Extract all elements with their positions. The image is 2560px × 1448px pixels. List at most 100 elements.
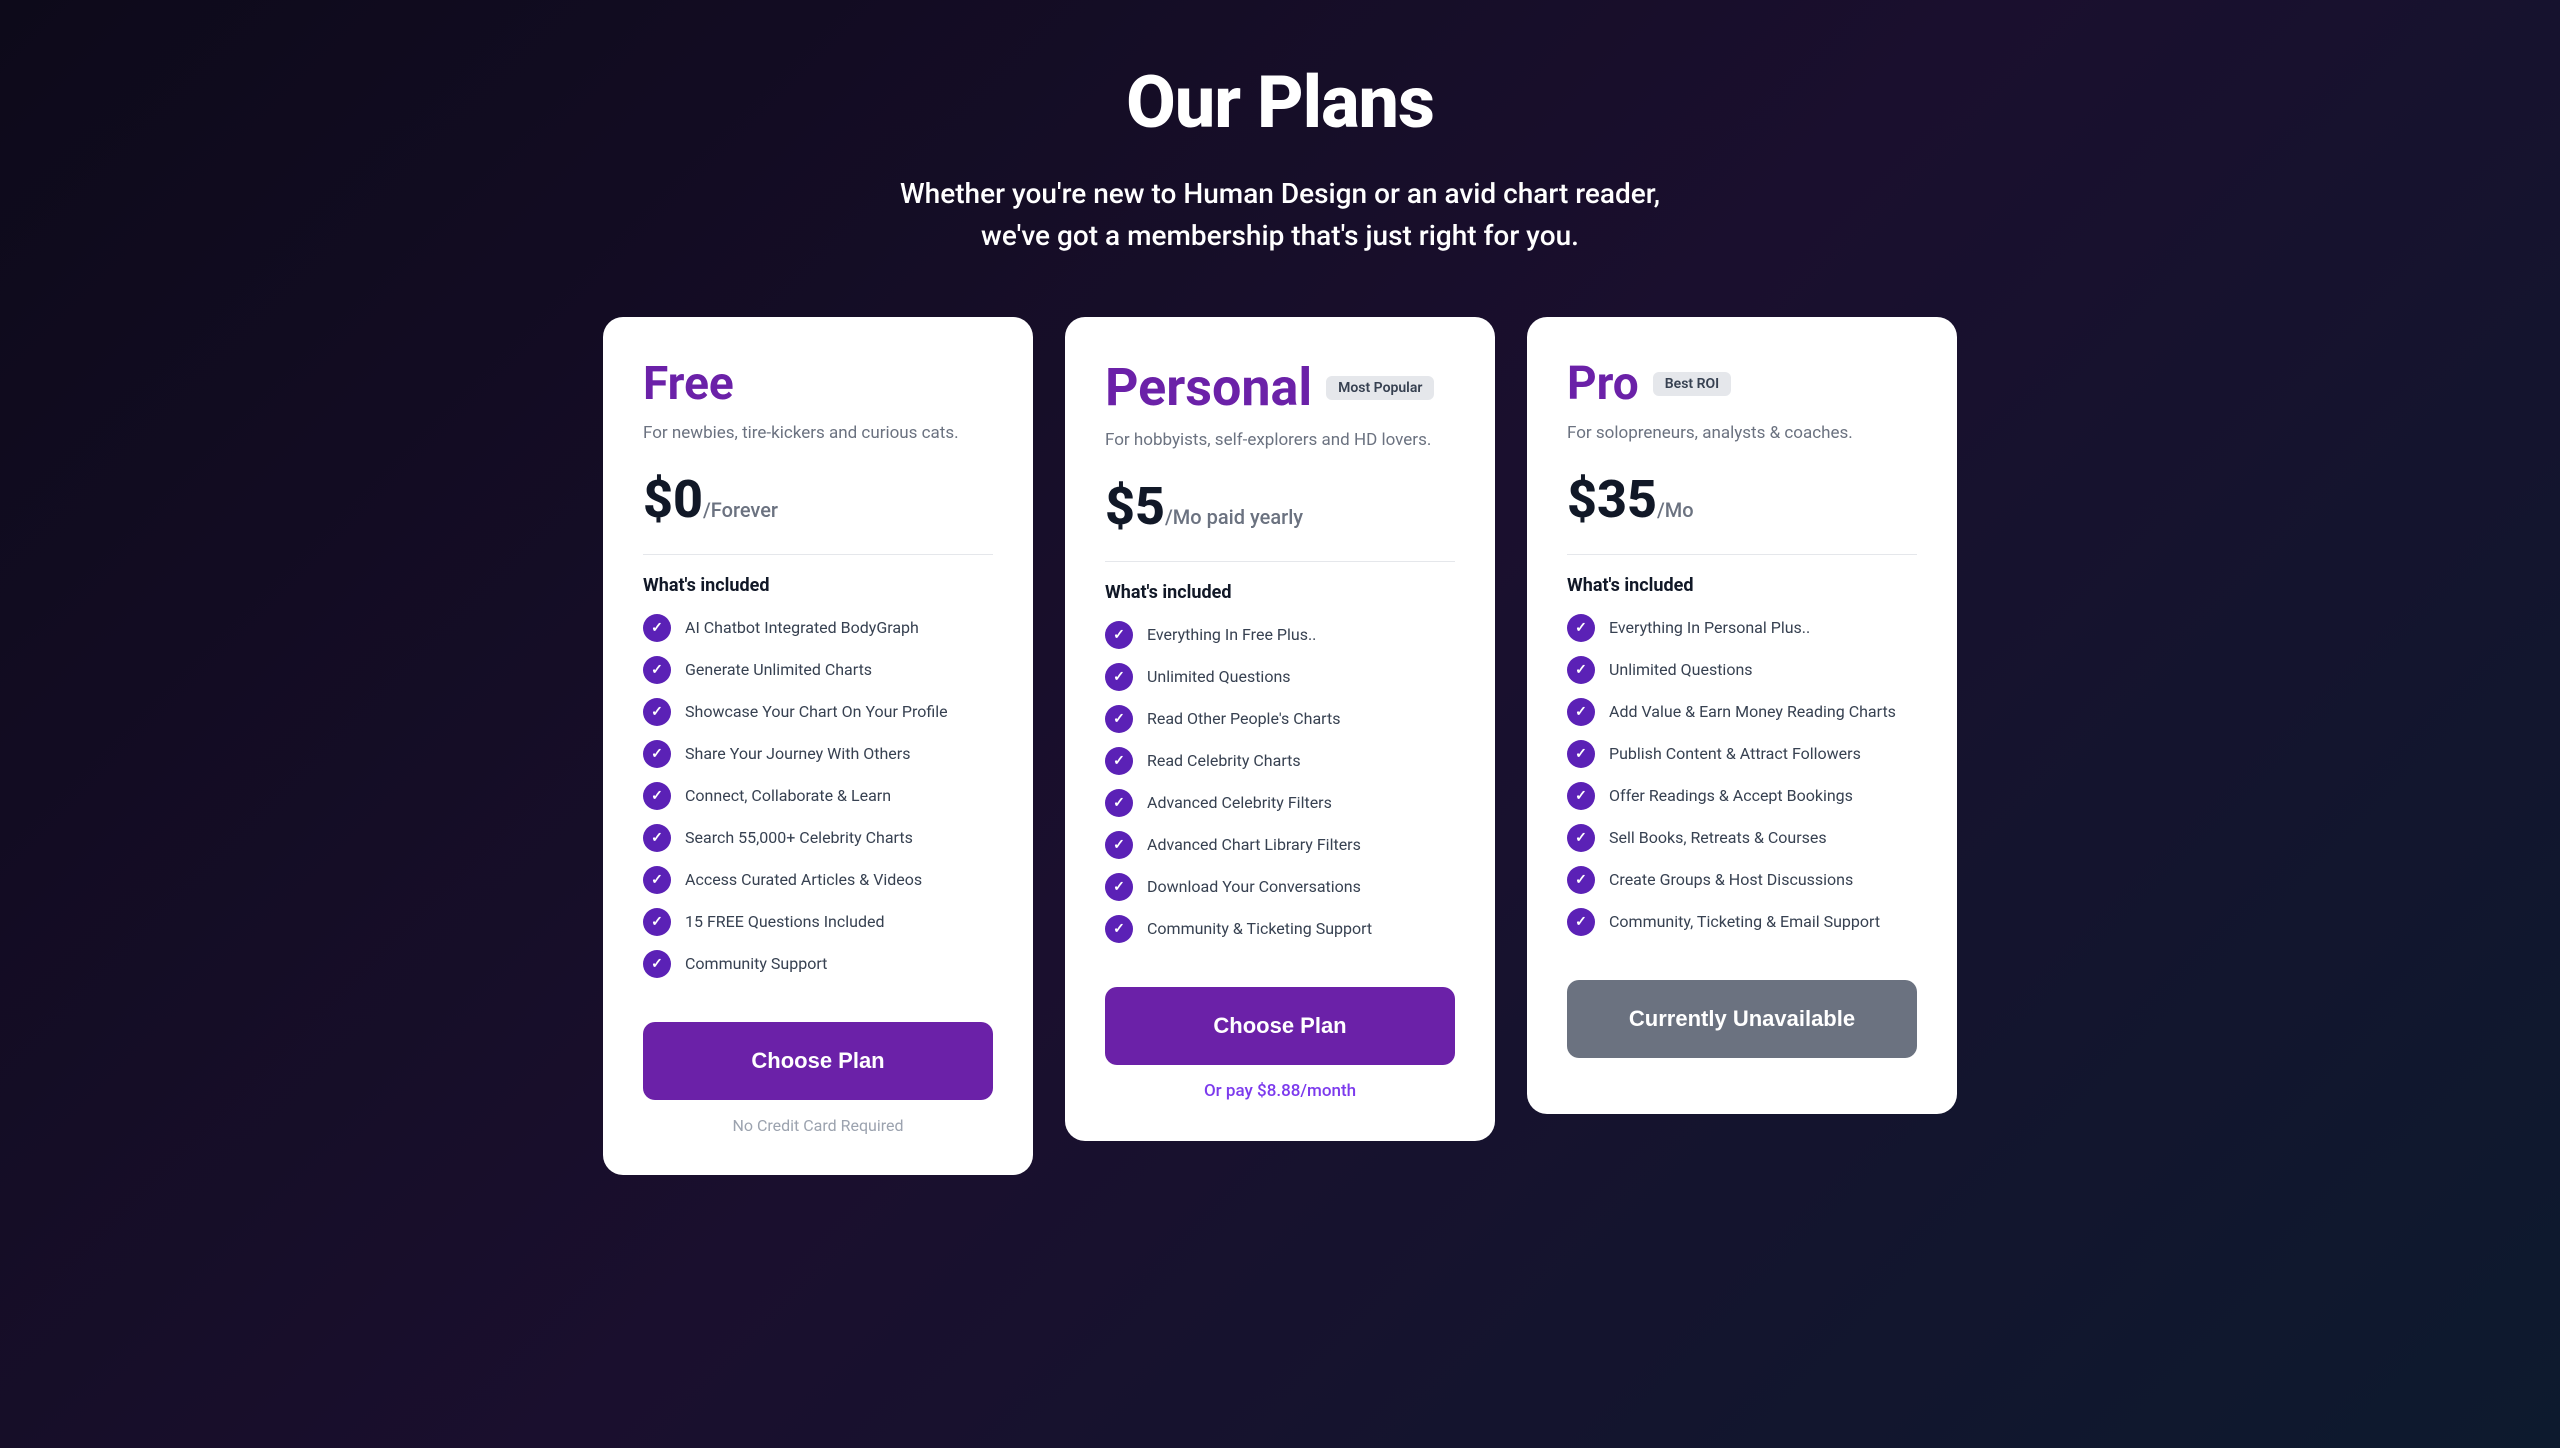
plan-price-pro: $35/Mo: [1567, 469, 1917, 530]
feature-text: 15 FREE Questions Included: [685, 912, 885, 931]
check-icon: [1105, 915, 1133, 943]
check-icon: [1105, 789, 1133, 817]
list-item: Advanced Chart Library Filters: [1105, 831, 1455, 859]
list-item: Offer Readings & Accept Bookings: [1567, 782, 1917, 810]
list-item: Community Support: [643, 950, 993, 978]
feature-text: Everything In Free Plus..: [1147, 625, 1316, 644]
list-item: Everything In Personal Plus..: [1567, 614, 1917, 642]
check-icon: [1567, 824, 1595, 852]
list-item: Community & Ticketing Support: [1105, 915, 1455, 943]
list-item: Access Curated Articles & Videos: [643, 866, 993, 894]
feature-text: Community, Ticketing & Email Support: [1609, 912, 1880, 931]
feature-text: Generate Unlimited Charts: [685, 660, 872, 679]
page-header: Our Plans Whether you're new to Human De…: [880, 60, 1680, 257]
price-divider-free: [643, 554, 993, 555]
list-item: Advanced Celebrity Filters: [1105, 789, 1455, 817]
plan-price-personal: $5/Mo paid yearly: [1105, 476, 1455, 537]
price-divider-pro: [1567, 554, 1917, 555]
check-icon: [1105, 747, 1133, 775]
list-item: Read Celebrity Charts: [1105, 747, 1455, 775]
check-icon: [1567, 866, 1595, 894]
plan-name-row-pro: Pro Best ROI: [1567, 357, 1917, 411]
features-list-pro: Everything In Personal Plus.. Unlimited Q…: [1567, 614, 1917, 950]
cta-note-personal: Or pay $8.88/month: [1105, 1081, 1455, 1101]
plans-container: Free For newbies, tire-kickers and curiou…: [580, 317, 1980, 1175]
check-icon: [1567, 656, 1595, 684]
list-item: Publish Content & Attract Followers: [1567, 740, 1917, 768]
price-period-free: /Forever: [703, 498, 778, 522]
cta-button-personal[interactable]: Choose Plan: [1105, 987, 1455, 1065]
check-icon: [1105, 663, 1133, 691]
feature-text: Sell Books, Retreats & Courses: [1609, 828, 1827, 847]
feature-text: Add Value & Earn Money Reading Charts: [1609, 702, 1896, 721]
list-item: 15 FREE Questions Included: [643, 908, 993, 936]
list-item: Read Other People's Charts: [1105, 705, 1455, 733]
feature-text: Offer Readings & Accept Bookings: [1609, 786, 1853, 805]
plan-card-personal: Personal Most Popular For hobbyists, self-…: [1065, 317, 1495, 1141]
features-list-free: AI Chatbot Integrated BodyGraph Generate …: [643, 614, 993, 992]
feature-text: Share Your Journey With Others: [685, 744, 910, 763]
feature-text: Create Groups & Host Discussions: [1609, 870, 1853, 889]
list-item: Unlimited Questions: [1105, 663, 1455, 691]
check-icon: [643, 614, 671, 642]
price-period-pro: /Mo: [1657, 498, 1694, 522]
plan-description-free: For newbies, tire-kickers and curious ca…: [643, 421, 993, 447]
cta-button-free[interactable]: Choose Plan: [643, 1022, 993, 1100]
plan-badge-pro: Best ROI: [1653, 372, 1731, 396]
plan-description-personal: For hobbyists, self-explorers and HD lov…: [1105, 428, 1455, 454]
feature-text: Access Curated Articles & Videos: [685, 870, 922, 889]
check-icon: [643, 950, 671, 978]
page-subtitle: Whether you're new to Human Design or an…: [880, 173, 1680, 257]
plan-name-row-free: Free: [643, 357, 993, 411]
list-item: Share Your Journey With Others: [643, 740, 993, 768]
plan-description-pro: For solopreneurs, analysts & coaches.: [1567, 421, 1917, 447]
feature-text: Unlimited Questions: [1609, 660, 1753, 679]
plan-badge-personal: Most Popular: [1326, 376, 1434, 400]
feature-text: Community & Ticketing Support: [1147, 919, 1372, 938]
feature-text: Everything In Personal Plus..: [1609, 618, 1810, 637]
check-icon: [1105, 621, 1133, 649]
check-icon: [643, 866, 671, 894]
check-icon: [643, 698, 671, 726]
feature-text: Read Celebrity Charts: [1147, 751, 1301, 770]
price-amount-pro: $35: [1567, 469, 1657, 530]
check-icon: [1567, 782, 1595, 810]
check-icon: [1567, 614, 1595, 642]
check-icon: [1567, 908, 1595, 936]
check-icon: [643, 740, 671, 768]
check-icon: [1567, 740, 1595, 768]
list-item: Search 55,000+ Celebrity Charts: [643, 824, 993, 852]
feature-text: Advanced Celebrity Filters: [1147, 793, 1332, 812]
price-period-personal: /Mo paid yearly: [1165, 505, 1303, 529]
price-amount-free: $0: [643, 469, 703, 530]
list-item: Create Groups & Host Discussions: [1567, 866, 1917, 894]
check-icon: [1105, 873, 1133, 901]
plan-name-pro: Pro: [1567, 357, 1639, 411]
feature-text: Download Your Conversations: [1147, 877, 1361, 896]
feature-text: Advanced Chart Library Filters: [1147, 835, 1361, 854]
features-title-pro: What's included: [1567, 575, 1917, 596]
features-list-personal: Everything In Free Plus.. Unlimited Quest…: [1105, 621, 1455, 957]
list-item: Unlimited Questions: [1567, 656, 1917, 684]
cta-button-pro: Currently Unavailable: [1567, 980, 1917, 1058]
plan-card-free: Free For newbies, tire-kickers and curiou…: [603, 317, 1033, 1175]
page-title: Our Plans: [880, 60, 1680, 145]
check-icon: [643, 782, 671, 810]
check-icon: [643, 824, 671, 852]
check-icon: [643, 656, 671, 684]
feature-text: Connect, Collaborate & Learn: [685, 786, 891, 805]
list-item: Showcase Your Chart On Your Profile: [643, 698, 993, 726]
feature-text: Showcase Your Chart On Your Profile: [685, 702, 948, 721]
list-item: AI Chatbot Integrated BodyGraph: [643, 614, 993, 642]
feature-text: Unlimited Questions: [1147, 667, 1291, 686]
plan-name-personal: Personal: [1105, 357, 1312, 418]
price-amount-personal: $5: [1105, 476, 1165, 537]
feature-text: Community Support: [685, 954, 827, 973]
plan-name-row-personal: Personal Most Popular: [1105, 357, 1455, 418]
list-item: Everything In Free Plus..: [1105, 621, 1455, 649]
list-item: Community, Ticketing & Email Support: [1567, 908, 1917, 936]
check-icon: [643, 908, 671, 936]
list-item: Connect, Collaborate & Learn: [643, 782, 993, 810]
list-item: Sell Books, Retreats & Courses: [1567, 824, 1917, 852]
feature-text: Search 55,000+ Celebrity Charts: [685, 828, 913, 847]
